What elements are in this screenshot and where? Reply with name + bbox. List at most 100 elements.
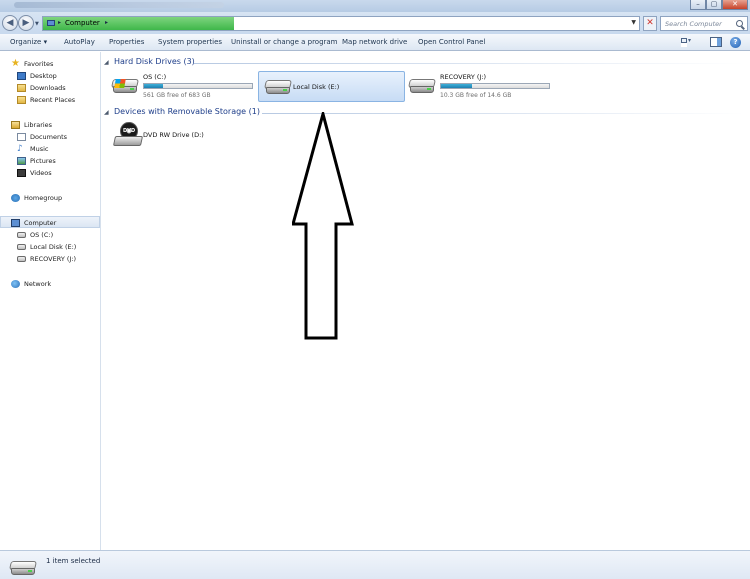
drive-name: Local Disk (E:) <box>293 83 340 91</box>
nav-videos[interactable]: Videos <box>0 167 100 179</box>
help-icon[interactable]: ? <box>730 37 741 48</box>
search-placeholder: Search Computer <box>665 20 722 28</box>
forward-button[interactable]: ▶ <box>18 15 34 31</box>
nav-label: Videos <box>30 169 52 177</box>
drive-recovery-j[interactable]: RECOVERY (J:) 10.3 GB free of 14.6 GB <box>403 70 553 102</box>
navigation-pane: ★ Favorites Desktop Downloads Recent Pla… <box>0 52 101 550</box>
nav-documents[interactable]: Documents <box>0 131 100 143</box>
homegroup-icon <box>11 194 20 202</box>
map-network-drive-button[interactable]: Map network drive <box>342 38 407 46</box>
drive-dvd-d[interactable]: DVD DVD RW Drive (D:) <box>106 120 256 152</box>
back-button[interactable]: ◀ <box>2 15 18 31</box>
nav-computer[interactable]: Computer <box>0 216 100 228</box>
downloads-folder-icon <box>17 84 26 92</box>
dvd-label: DVD <box>123 128 136 134</box>
drive-name: DVD RW Drive (D:) <box>143 131 204 139</box>
address-row: ◀ ▶ ▼ ▸ Computer ▸ ▼ ✕ Search Computer <box>0 12 750 34</box>
open-control-panel-button[interactable]: Open Control Panel <box>418 38 485 46</box>
organize-button[interactable]: Organize ▾ <box>10 38 47 46</box>
autoplay-button[interactable]: AutoPlay <box>64 38 95 46</box>
drive-free-space: 561 GB free of 683 GB <box>143 92 211 99</box>
drive-free-space: 10.3 GB free of 14.6 GB <box>440 92 512 99</box>
libraries-icon <box>11 121 20 129</box>
nav-label: Computer <box>24 219 57 227</box>
computer-icon <box>11 219 20 227</box>
selection-count: 1 item selected <box>46 557 101 565</box>
address-bar[interactable]: ▸ Computer ▸ ▼ <box>42 16 640 31</box>
star-icon: ★ <box>11 58 20 69</box>
nav-label: OS (C:) <box>30 231 54 239</box>
nav-homegroup[interactable]: Homegroup <box>0 192 100 204</box>
hard-drive-icon <box>111 79 139 95</box>
nav-label: Pictures <box>30 157 56 165</box>
hard-drive-icon <box>17 244 26 250</box>
dvd-drive-icon: DVD <box>112 122 144 148</box>
videos-icon <box>17 169 26 177</box>
command-bar: Organize ▾ AutoPlay Properties System pr… <box>0 34 750 51</box>
drive-local-e[interactable]: Local Disk (E:) <box>258 71 405 102</box>
capacity-bar <box>440 83 550 89</box>
drive-os-c[interactable]: OS (C:) 561 GB free of 683 GB <box>106 70 256 102</box>
nav-drive-e[interactable]: Local Disk (E:) <box>0 241 100 253</box>
hard-drive-icon <box>17 256 26 262</box>
desktop-icon <box>17 72 26 80</box>
preview-pane-icon[interactable] <box>710 37 722 47</box>
nav-label: Local Disk (E:) <box>30 243 77 251</box>
search-input[interactable]: Search Computer <box>660 16 748 31</box>
nav-label: Recent Places <box>30 96 76 104</box>
title-bar: – ▢ ✕ <box>0 0 750 12</box>
drive-name: RECOVERY (J:) <box>440 73 487 81</box>
nav-recent-places[interactable]: Recent Places <box>0 94 100 106</box>
capacity-fill <box>144 84 164 88</box>
nav-label: Downloads <box>30 84 66 92</box>
change-view-icon[interactable] <box>680 37 692 47</box>
annotation-arrow <box>292 112 354 340</box>
breadcrumb-computer[interactable]: Computer <box>65 19 100 27</box>
minimize-button[interactable]: – <box>690 0 706 10</box>
uninstall-program-button[interactable]: Uninstall or change a program <box>231 38 338 46</box>
nav-network[interactable]: Network <box>0 278 100 290</box>
nav-label: Music <box>30 145 49 153</box>
stop-button[interactable]: ✕ <box>643 16 657 31</box>
group-header-hard-disk-drives[interactable]: Hard Disk Drives (3) <box>114 57 195 66</box>
windows-logo-icon <box>114 79 126 88</box>
collapse-group-icon[interactable]: ◢ <box>104 109 109 116</box>
drive-name: OS (C:) <box>143 73 167 81</box>
nav-music[interactable]: ♪ Music <box>0 143 100 155</box>
properties-button[interactable]: Properties <box>109 38 144 46</box>
nav-pictures[interactable]: Pictures <box>0 155 100 167</box>
system-properties-button[interactable]: System properties <box>158 38 222 46</box>
status-bar: 1 item selected <box>0 550 750 579</box>
nav-desktop[interactable]: Desktop <box>0 70 100 82</box>
capacity-bar <box>143 83 253 89</box>
window-controls: – ▢ ✕ <box>690 0 748 10</box>
breadcrumb-chevron-icon[interactable]: ▸ <box>105 19 108 26</box>
pictures-icon <box>17 157 26 165</box>
group-header-removable-storage[interactable]: Devices with Removable Storage (1) <box>114 107 260 116</box>
nav-label: Libraries <box>24 121 53 129</box>
address-dropdown-icon[interactable]: ▼ <box>631 19 636 26</box>
capacity-fill <box>441 84 473 88</box>
maximize-button[interactable]: ▢ <box>706 0 722 10</box>
window-title <box>14 2 224 8</box>
content-pane: ◢ Hard Disk Drives (3) OS (C:) 561 GB fr… <box>102 52 750 550</box>
nav-favorites[interactable]: ★ Favorites <box>0 58 100 70</box>
search-icon[interactable] <box>736 20 743 27</box>
recent-pages-chevron-icon[interactable]: ▼ <box>35 21 39 27</box>
nav-libraries[interactable]: Libraries <box>0 119 100 131</box>
hard-drive-icon <box>408 79 436 95</box>
nav-label: RECOVERY (J:) <box>30 255 77 263</box>
hard-drive-icon <box>9 561 37 577</box>
breadcrumb-chevron-icon[interactable]: ▸ <box>58 19 61 26</box>
nav-label: Documents <box>30 133 68 141</box>
collapse-group-icon[interactable]: ◢ <box>104 59 109 66</box>
nav-drive-c[interactable]: OS (C:) <box>0 229 100 241</box>
nav-downloads[interactable]: Downloads <box>0 82 100 94</box>
hard-drive-icon <box>17 232 26 238</box>
network-icon <box>11 280 20 288</box>
music-icon: ♪ <box>17 144 23 154</box>
nav-label: Desktop <box>30 72 57 80</box>
close-button[interactable]: ✕ <box>722 0 748 10</box>
nav-drive-j[interactable]: RECOVERY (J:) <box>0 253 100 265</box>
documents-icon <box>17 133 26 141</box>
